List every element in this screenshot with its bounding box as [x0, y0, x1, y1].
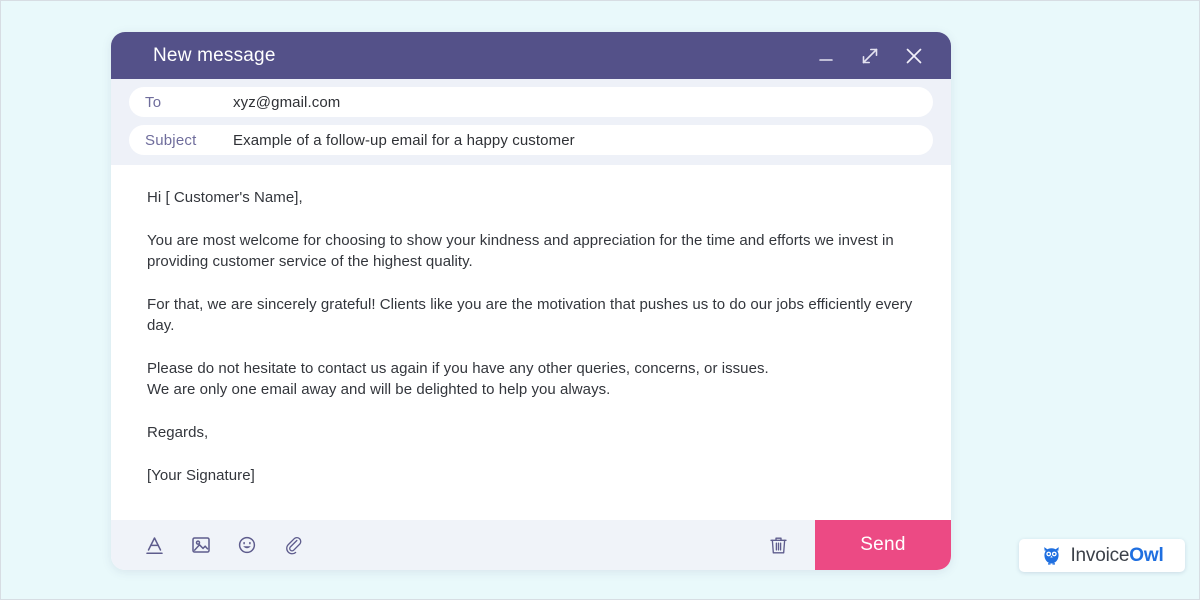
body-greeting: Hi [ Customer's Name],	[147, 187, 921, 208]
body-signature: [Your Signature]	[147, 465, 921, 486]
insert-emoji-button[interactable]	[233, 531, 261, 559]
brand-name: InvoiceOwl	[1070, 545, 1163, 567]
discard-draft-button[interactable]	[763, 530, 793, 560]
window-title: New message	[153, 45, 813, 67]
minimize-button[interactable]	[813, 43, 839, 69]
to-input[interactable]: xyz@gmail.com	[233, 94, 917, 111]
subject-input[interactable]: Example of a follow-up email for a happy…	[233, 132, 917, 149]
expand-icon	[859, 45, 881, 67]
message-body[interactable]: Hi [ Customer's Name], You are most welc…	[111, 165, 951, 520]
formatting-icon	[143, 533, 167, 557]
subject-field-row[interactable]: Subject Example of a follow-up email for…	[129, 125, 933, 155]
owl-logo-icon	[1040, 544, 1063, 567]
image-icon	[189, 533, 213, 557]
minimize-icon	[816, 46, 836, 66]
compose-titlebar: New message	[111, 32, 951, 79]
compose-fields: To xyz@gmail.com Subject Example of a fo…	[111, 79, 951, 165]
page-root: New message	[0, 0, 1200, 600]
send-button[interactable]: Send	[815, 520, 951, 570]
insert-image-button[interactable]	[187, 531, 215, 559]
compose-footer: Send	[111, 520, 951, 570]
subject-label: Subject	[145, 132, 233, 149]
brand-name-accent: Owl	[1129, 545, 1163, 566]
brand-badge: InvoiceOwl	[1019, 539, 1185, 572]
attachment-icon	[281, 533, 305, 557]
body-paragraph-2: For that, we are sincerely grateful! Cli…	[147, 294, 921, 336]
to-label: To	[145, 94, 233, 111]
formatting-button[interactable]	[141, 531, 169, 559]
attach-file-button[interactable]	[279, 531, 307, 559]
close-button[interactable]	[901, 43, 927, 69]
brand-name-primary: Invoice	[1070, 545, 1129, 566]
body-paragraph-3: Please do not hesitate to contact us aga…	[147, 358, 921, 400]
formatting-toolbar	[141, 531, 763, 559]
window-controls	[813, 43, 927, 69]
close-icon	[902, 44, 926, 68]
body-closing: Regards,	[147, 422, 921, 443]
to-field-row[interactable]: To xyz@gmail.com	[129, 87, 933, 117]
expand-button[interactable]	[857, 43, 883, 69]
compose-window: New message	[111, 32, 951, 570]
body-paragraph-1: You are most welcome for choosing to sho…	[147, 230, 921, 272]
trash-icon	[767, 534, 790, 557]
emoji-icon	[235, 533, 259, 557]
